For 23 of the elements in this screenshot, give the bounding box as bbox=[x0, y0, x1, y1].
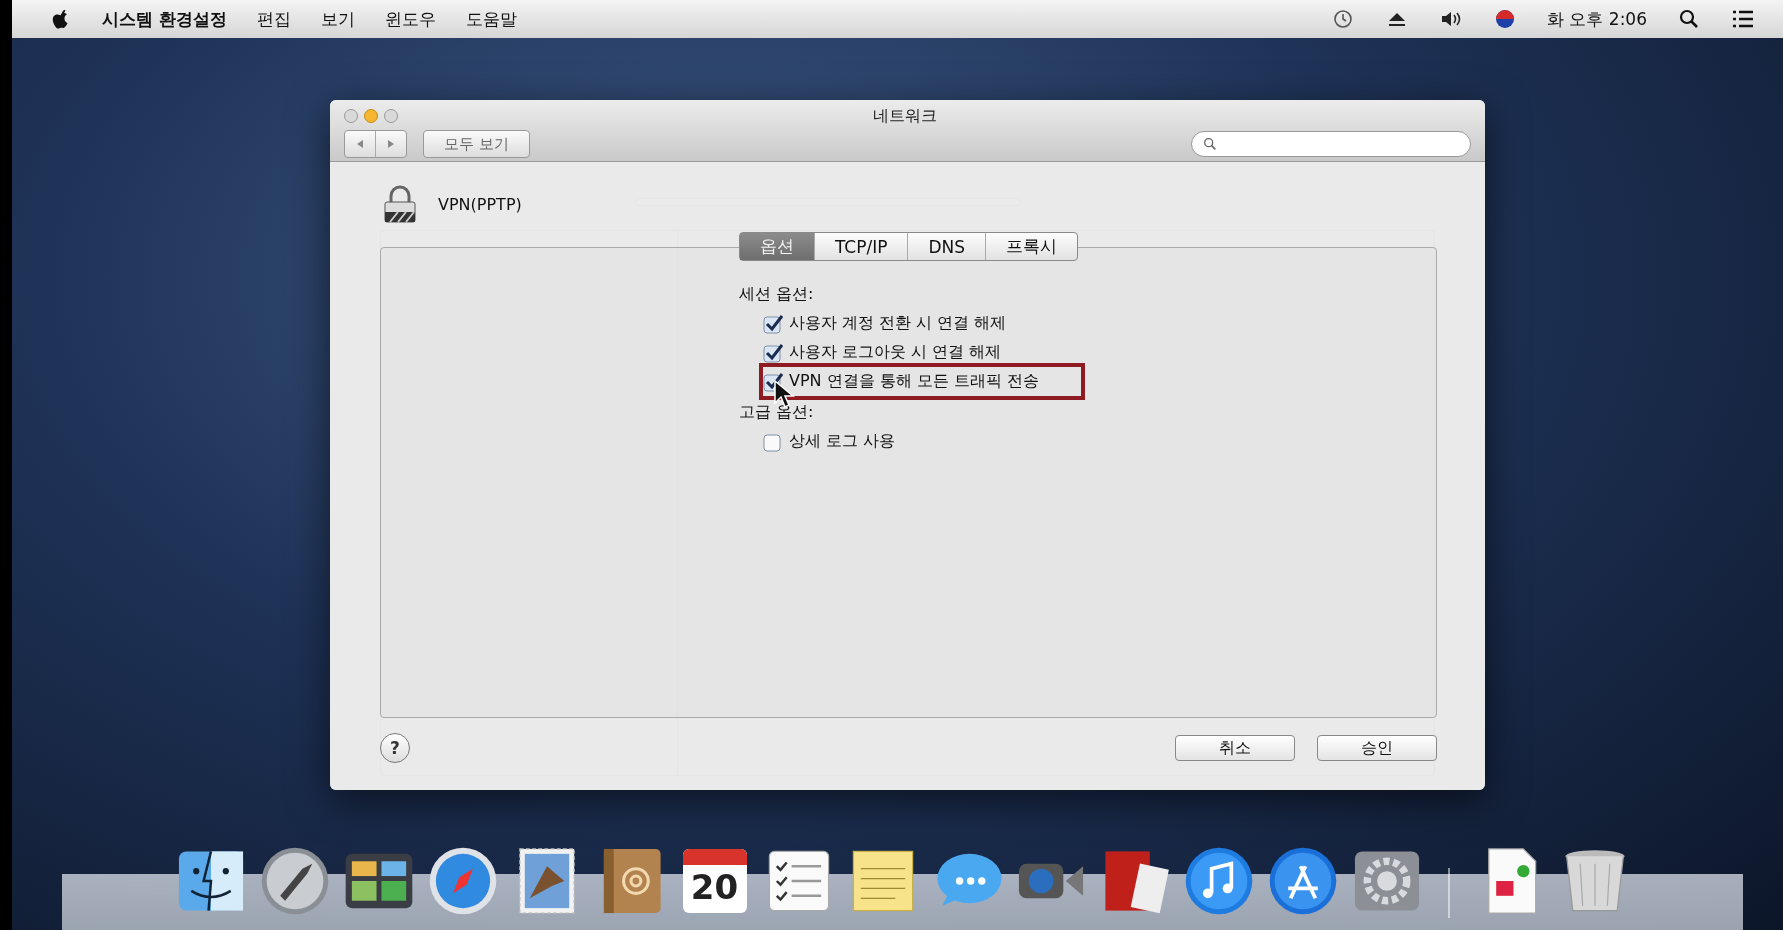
menu-clock[interactable]: 화 오후 2:06 bbox=[1547, 7, 1647, 31]
calendar-icon[interactable]: 20 bbox=[682, 849, 747, 913]
tab[interactable]: DNS bbox=[907, 233, 986, 260]
sheet-button[interactable]: 승인 bbox=[1317, 735, 1437, 761]
sheet-button[interactable]: 취소 bbox=[1175, 735, 1295, 761]
option-label[interactable]: 사용자 계정 전환 시 연결 해제 bbox=[789, 313, 1007, 334]
service-name: VPN(PPTP) bbox=[438, 194, 522, 214]
menu-item[interactable]: 윈도우 bbox=[384, 7, 436, 31]
tab[interactable]: TCP/IP bbox=[813, 233, 908, 260]
section-title: 세션 옵션: bbox=[739, 284, 815, 305]
tab[interactable]: 프록시 bbox=[985, 233, 1078, 260]
option-label[interactable]: 상세 로그 사용 bbox=[789, 431, 896, 452]
menu-item[interactable]: 편집 bbox=[256, 7, 291, 31]
menu-item[interactable]: 보기 bbox=[320, 7, 355, 31]
option-label[interactable]: 사용자 로그아웃 시 연결 해제 bbox=[789, 342, 1002, 363]
app-menu[interactable]: 시스템 환경설정 bbox=[102, 7, 227, 31]
section-title: 고급 옵션: bbox=[739, 402, 815, 423]
show-all-button[interactable]: 모두 보기 bbox=[423, 130, 530, 158]
help-button[interactable]: ? bbox=[380, 733, 410, 763]
window-title: 네트워크 bbox=[871, 105, 938, 127]
tab[interactable]: 옵션 bbox=[739, 233, 814, 260]
option-label[interactable]: VPN 연결을 통해 모든 트래픽 전송 bbox=[789, 371, 1039, 392]
menu-item[interactable]: 도움말 bbox=[465, 7, 517, 31]
